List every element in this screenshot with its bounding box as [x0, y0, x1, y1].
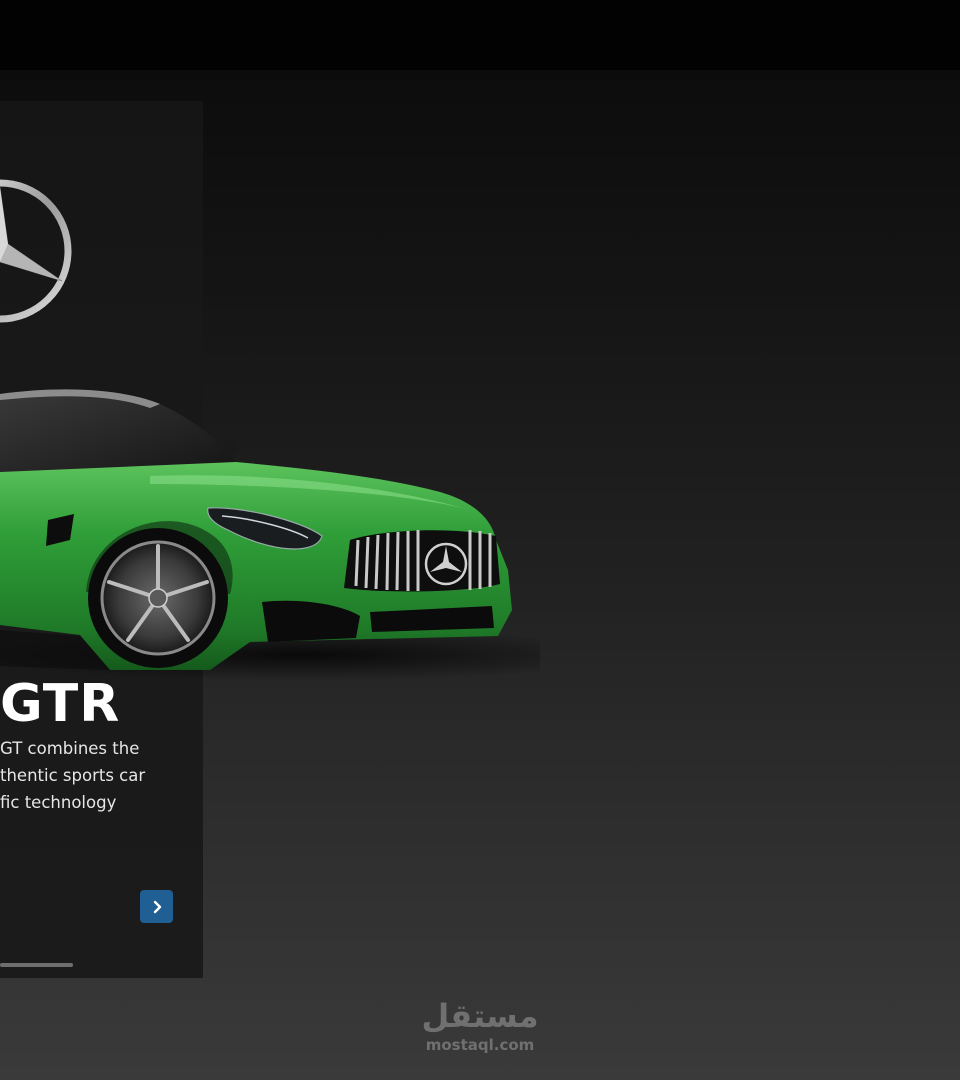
slide-progress-bar: [0, 963, 73, 967]
model-title: GTR: [0, 674, 121, 734]
watermark-url: mostaql.com: [425, 1036, 535, 1054]
next-slide-button[interactable]: [140, 890, 173, 923]
watermark-arabic: مستقل: [421, 997, 539, 1035]
car-image: [0, 380, 540, 680]
watermark-logo: مستقل mostaql.com: [410, 996, 550, 1054]
chevron-right-icon: [153, 900, 161, 913]
description-line: GT combines the: [0, 739, 140, 758]
mercedes-star-icon: [0, 178, 74, 324]
description-line: fic technology: [0, 793, 117, 812]
top-band: [0, 0, 960, 70]
model-description: GT combines the thentic sports car fic t…: [0, 735, 200, 816]
description-line: thentic sports car: [0, 766, 146, 785]
